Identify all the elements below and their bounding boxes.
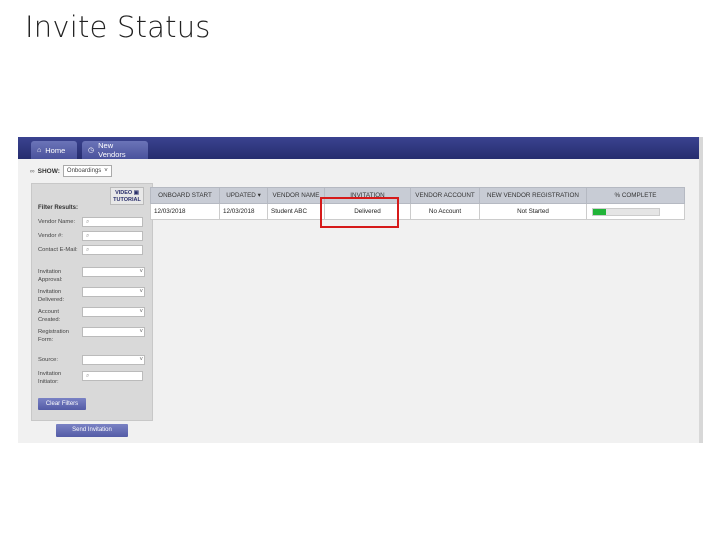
progress-bar-fill (593, 208, 607, 215)
slide-title: Invite Status (25, 10, 211, 44)
cell-vendor-account: No Account (410, 203, 480, 220)
source-select[interactable]: ˅ (82, 355, 145, 365)
search-icon: ⌕ (86, 219, 90, 225)
video-icon: ▣ (133, 190, 139, 196)
chevron-down-icon: ˅ (139, 329, 143, 335)
tab-new-vendors-label: New Vendors (98, 141, 126, 159)
app-screenshot: ⌂ Home ◷ New Vendors ∞ SHOW: Onboardings… (18, 137, 703, 443)
progress-bar (592, 207, 660, 216)
contact-email-input[interactable]: ⌕ (82, 245, 143, 255)
send-invitation-button[interactable]: Send Invitation (56, 424, 128, 437)
filter-title: Filter Results: (38, 205, 79, 211)
chevron-down-icon: ˅ (139, 269, 143, 275)
search-icon: ⌕ (86, 233, 90, 239)
vendor-name-label: Vendor Name: (38, 219, 76, 225)
column-header-vendor-name[interactable]: VENDOR NAME (267, 187, 325, 204)
table-row[interactable]: 12/03/2018 12/03/2018 Student ABC Delive… (150, 203, 685, 220)
top-nav-bar: ⌂ Home ◷ New Vendors (18, 137, 699, 159)
account-created-select[interactable]: ˅ (82, 307, 145, 317)
chevron-down-icon: ˅ (139, 309, 143, 315)
cell-vendor-name: Student ABC (267, 203, 325, 220)
invitation-delivered-label: Invitation Delivered: (38, 289, 65, 303)
registration-form-select[interactable]: ˅ (82, 327, 145, 337)
show-row: ∞ SHOW: Onboardings ˅ (30, 165, 112, 177)
clear-filters-button[interactable]: Clear Filters (38, 398, 86, 410)
filter-panel: VIDEO ▣ TUTORIAL Filter Results: Vendor … (31, 183, 153, 421)
video-tutorial-button[interactable]: VIDEO ▣ TUTORIAL (110, 187, 144, 205)
account-created-label: Account Created: (38, 309, 61, 323)
link-icon: ∞ (30, 167, 35, 175)
invitation-initiator-label: Invitation Initiator: (38, 371, 62, 385)
column-header-updated[interactable]: UPDATED ▾ (219, 187, 268, 204)
show-select[interactable]: Onboardings ˅ (62, 165, 112, 177)
column-header-registration[interactable]: NEW VENDOR REGISTRATION (479, 187, 587, 204)
column-header-vendor-account[interactable]: VENDOR ACCOUNT (410, 187, 480, 204)
tab-new-vendors[interactable]: ◷ New Vendors (82, 141, 148, 159)
invitation-initiator-input[interactable]: ⌕ (82, 371, 143, 381)
column-header-percent-complete[interactable]: % COMPLETE (586, 187, 685, 204)
source-label: Source: (38, 357, 58, 363)
invitation-delivered-select[interactable]: ˅ (82, 287, 145, 297)
tab-home-label: Home (45, 145, 66, 155)
column-header-onboard-start[interactable]: ONBOARD START (150, 187, 220, 204)
vendors-table: ONBOARD START UPDATED ▾ VENDOR NAME INVI… (150, 187, 685, 220)
contact-email-label: Contact E-Mail: (38, 247, 78, 253)
video-tutorial-line1: VIDEO (115, 190, 133, 196)
home-icon: ⌂ (37, 146, 42, 154)
registration-form-label: Registration Form: (38, 329, 69, 343)
chevron-down-icon: ˅ (104, 168, 108, 174)
chevron-down-icon: ˅ (139, 357, 143, 363)
vendor-number-input[interactable]: ⌕ (82, 231, 143, 241)
chevron-down-icon: ˅ (139, 289, 143, 295)
invitation-highlight-box (320, 197, 399, 228)
show-label: SHOW: (37, 167, 60, 175)
invitation-approval-select[interactable]: ˅ (82, 267, 145, 277)
vendor-name-input[interactable]: ⌕ (82, 217, 143, 227)
search-icon: ⌕ (86, 247, 90, 253)
cell-percent-complete (586, 203, 685, 220)
search-icon: ⌕ (86, 373, 90, 379)
cell-onboard-start: 12/03/2018 (150, 203, 220, 220)
clock-icon: ◷ (88, 147, 95, 154)
vendor-number-label: Vendor #: (38, 233, 63, 239)
invitation-approval-label: Invitation Approval: (38, 269, 63, 283)
show-select-value: Onboardings (66, 168, 102, 174)
cell-updated: 12/03/2018 (219, 203, 268, 220)
table-header-row: ONBOARD START UPDATED ▾ VENDOR NAME INVI… (150, 187, 685, 204)
cell-registration: Not Started (479, 203, 587, 220)
video-tutorial-line2: TUTORIAL (113, 196, 141, 203)
tab-home[interactable]: ⌂ Home (31, 141, 77, 159)
